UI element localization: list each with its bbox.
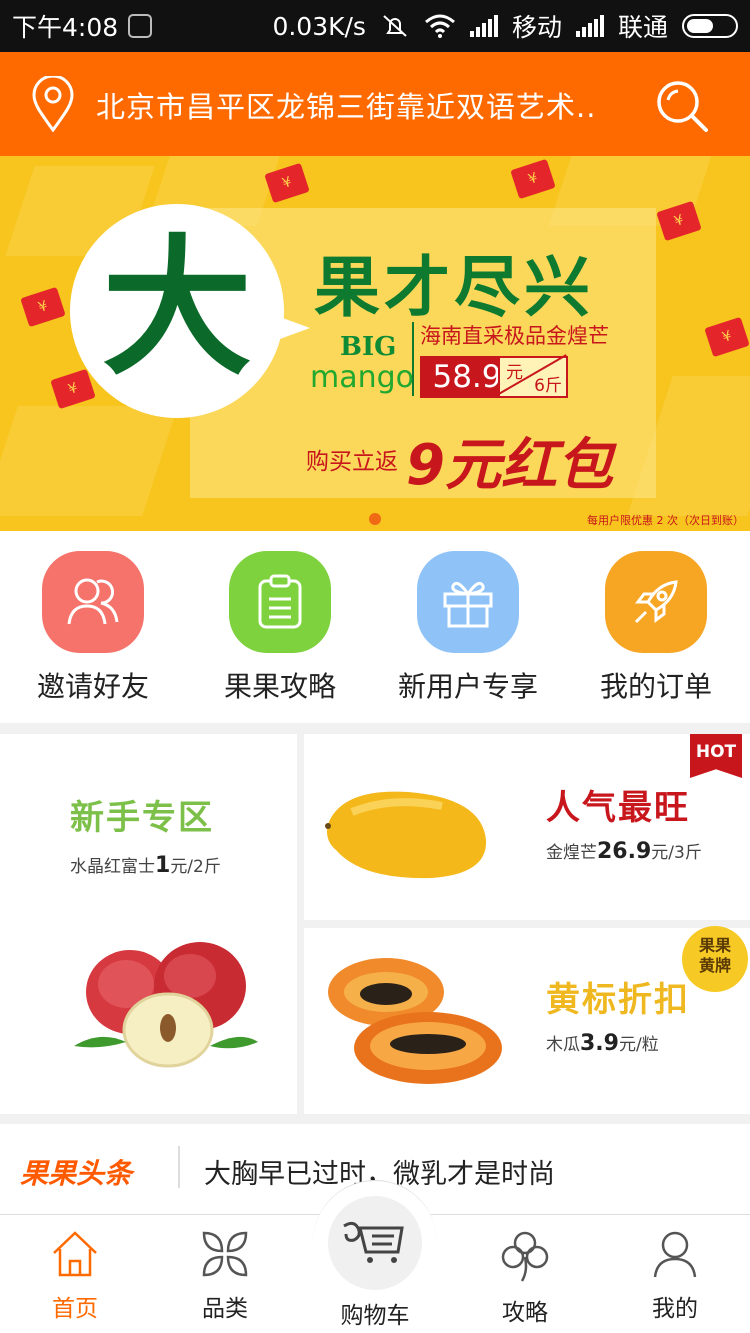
papaya-image [328,958,502,1084]
clover-icon [501,1231,549,1282]
hot-badge: HOT [690,734,742,778]
promo-price: 26.9 [597,839,652,864]
promo-price: 1 [155,853,171,878]
rebate-label: 购买立返 [306,449,398,475]
promo-unit: 元/粒 [618,1035,659,1055]
news-divider [178,1146,180,1188]
promo-product: 木瓜 [546,1035,580,1055]
quick-item-guide[interactable]: 果果攻略 [190,551,370,705]
yellow-tag-badge: 果果黄牌 [682,926,748,992]
wifi-icon [424,14,455,38]
quick-item-label: 新用户专享 [397,670,538,703]
users-icon [42,551,144,653]
status-time: 下午4:08 [12,13,119,42]
tab-category[interactable]: 品类 [150,1229,300,1323]
quick-menu: 邀请好友 果果攻略 新用户专享 我的订单 [0,531,750,723]
tab-guide[interactable]: 攻略 [450,1229,600,1327]
promo-unit: 元/3斤 [651,843,702,863]
quick-item-label: 果果攻略 [223,670,336,703]
signal-icon [575,15,604,37]
promo-price-line: 木瓜3.9元/粒 [546,1030,659,1056]
red-envelope-icon: ¥ [510,158,556,200]
promo-newbie-zone[interactable]: 新手专区 水晶红富士1元/2斤 [0,734,297,1114]
promo-unit: 元/2斤 [170,857,221,877]
tab-label: 首页 [52,1296,98,1322]
signal-icon [469,15,498,37]
banner-divider [412,322,414,396]
gift-icon [417,551,519,653]
location-pin-icon[interactable] [30,76,76,132]
search-icon[interactable] [654,78,710,134]
promo-title: 人气最旺 [546,788,690,828]
notification-icon [128,14,153,38]
promo-popular[interactable]: 人气最旺 金煌芒26.9元/3斤 HOT [304,734,750,920]
quick-item-orders[interactable]: 我的订单 [566,551,746,705]
red-envelope-icon: ¥ [20,286,66,328]
clipboard-icon [229,551,331,653]
tab-label: 我的 [652,1296,698,1322]
app-screen: 下午4:08 0.03K/s 移动 联通 北京市昌平区龙锦三街靠近双语艺术...… [0,0,750,1333]
carrier-2: 联通 [617,13,668,42]
unit-bottom: 6斤 [534,376,562,396]
quick-item-new-user[interactable]: 新用户专享 [378,551,558,705]
promo-banner[interactable]: ¥ ¥ ¥ ¥ ¥ ¥ 大 果才尽兴 BIG mango 海南直采极品金煌芒 5… [0,156,750,531]
banner-big-label: BIG [340,332,397,362]
quick-item-label: 邀请好友 [36,670,149,703]
promo-price-line: 水晶红富士1元/2斤 [70,852,221,878]
carousel-indicator[interactable] [369,513,381,525]
promo-title: 新手专区 [70,798,214,838]
tab-label: 攻略 [502,1300,548,1326]
apple-image [74,942,258,1068]
rocket-icon [605,551,707,653]
tab-label: 品类 [202,1296,248,1322]
top-header: 北京市昌平区龙锦三街靠近双语艺术... [0,52,750,156]
network-speed: 0.03K/s [272,11,366,41]
delivery-address[interactable]: 北京市昌平区龙锦三街靠近双语艺术... [96,84,596,126]
banner-subtitle: 海南直采极品金煌芒 [420,324,609,348]
banner-big-char: 大 [101,222,252,396]
battery-icon [682,14,738,38]
carrier-1: 移动 [511,13,562,42]
status-bar: 下午4:08 0.03K/s 移动 联通 [0,0,750,52]
red-envelope-icon: ¥ [704,316,750,358]
rebate-amount: 9元红包 [406,433,613,498]
quick-item-invite[interactable]: 邀请好友 [3,551,183,705]
mute-icon [383,15,407,37]
promo-discount[interactable]: 黄标折扣 木瓜3.9元/粒 果果黄牌 [304,926,750,1114]
banner-unit: 元 6斤 [496,354,568,398]
quick-item-label: 我的订单 [599,670,712,703]
promo-price-line: 金煌芒26.9元/3斤 [546,838,702,864]
category-icon [202,1231,248,1277]
profile-icon [653,1231,697,1278]
promo-product: 水晶红富士 [70,857,155,877]
unit-top: 元 [506,363,523,383]
banner-title: 果才尽兴 [314,249,594,326]
banner-mango-label: mango [310,360,415,395]
tab-home[interactable]: 首页 [0,1229,150,1323]
promo-product: 金煌芒 [546,843,597,863]
news-brand: 果果头条 [20,1157,133,1190]
promo-title: 黄标折扣 [546,980,690,1020]
tab-cart[interactable] [328,1196,422,1290]
mango-image [325,791,487,879]
cart-icon [343,1221,404,1263]
banner-footnote: 每用户限优惠 2 次（次日到账） [587,514,744,527]
home-icon [53,1231,97,1277]
tab-profile[interactable]: 我的 [600,1229,750,1323]
promo-price: 3.9 [580,1031,619,1056]
banner-decoration [0,406,178,516]
tab-cart-label: 购物车 [340,1303,410,1329]
